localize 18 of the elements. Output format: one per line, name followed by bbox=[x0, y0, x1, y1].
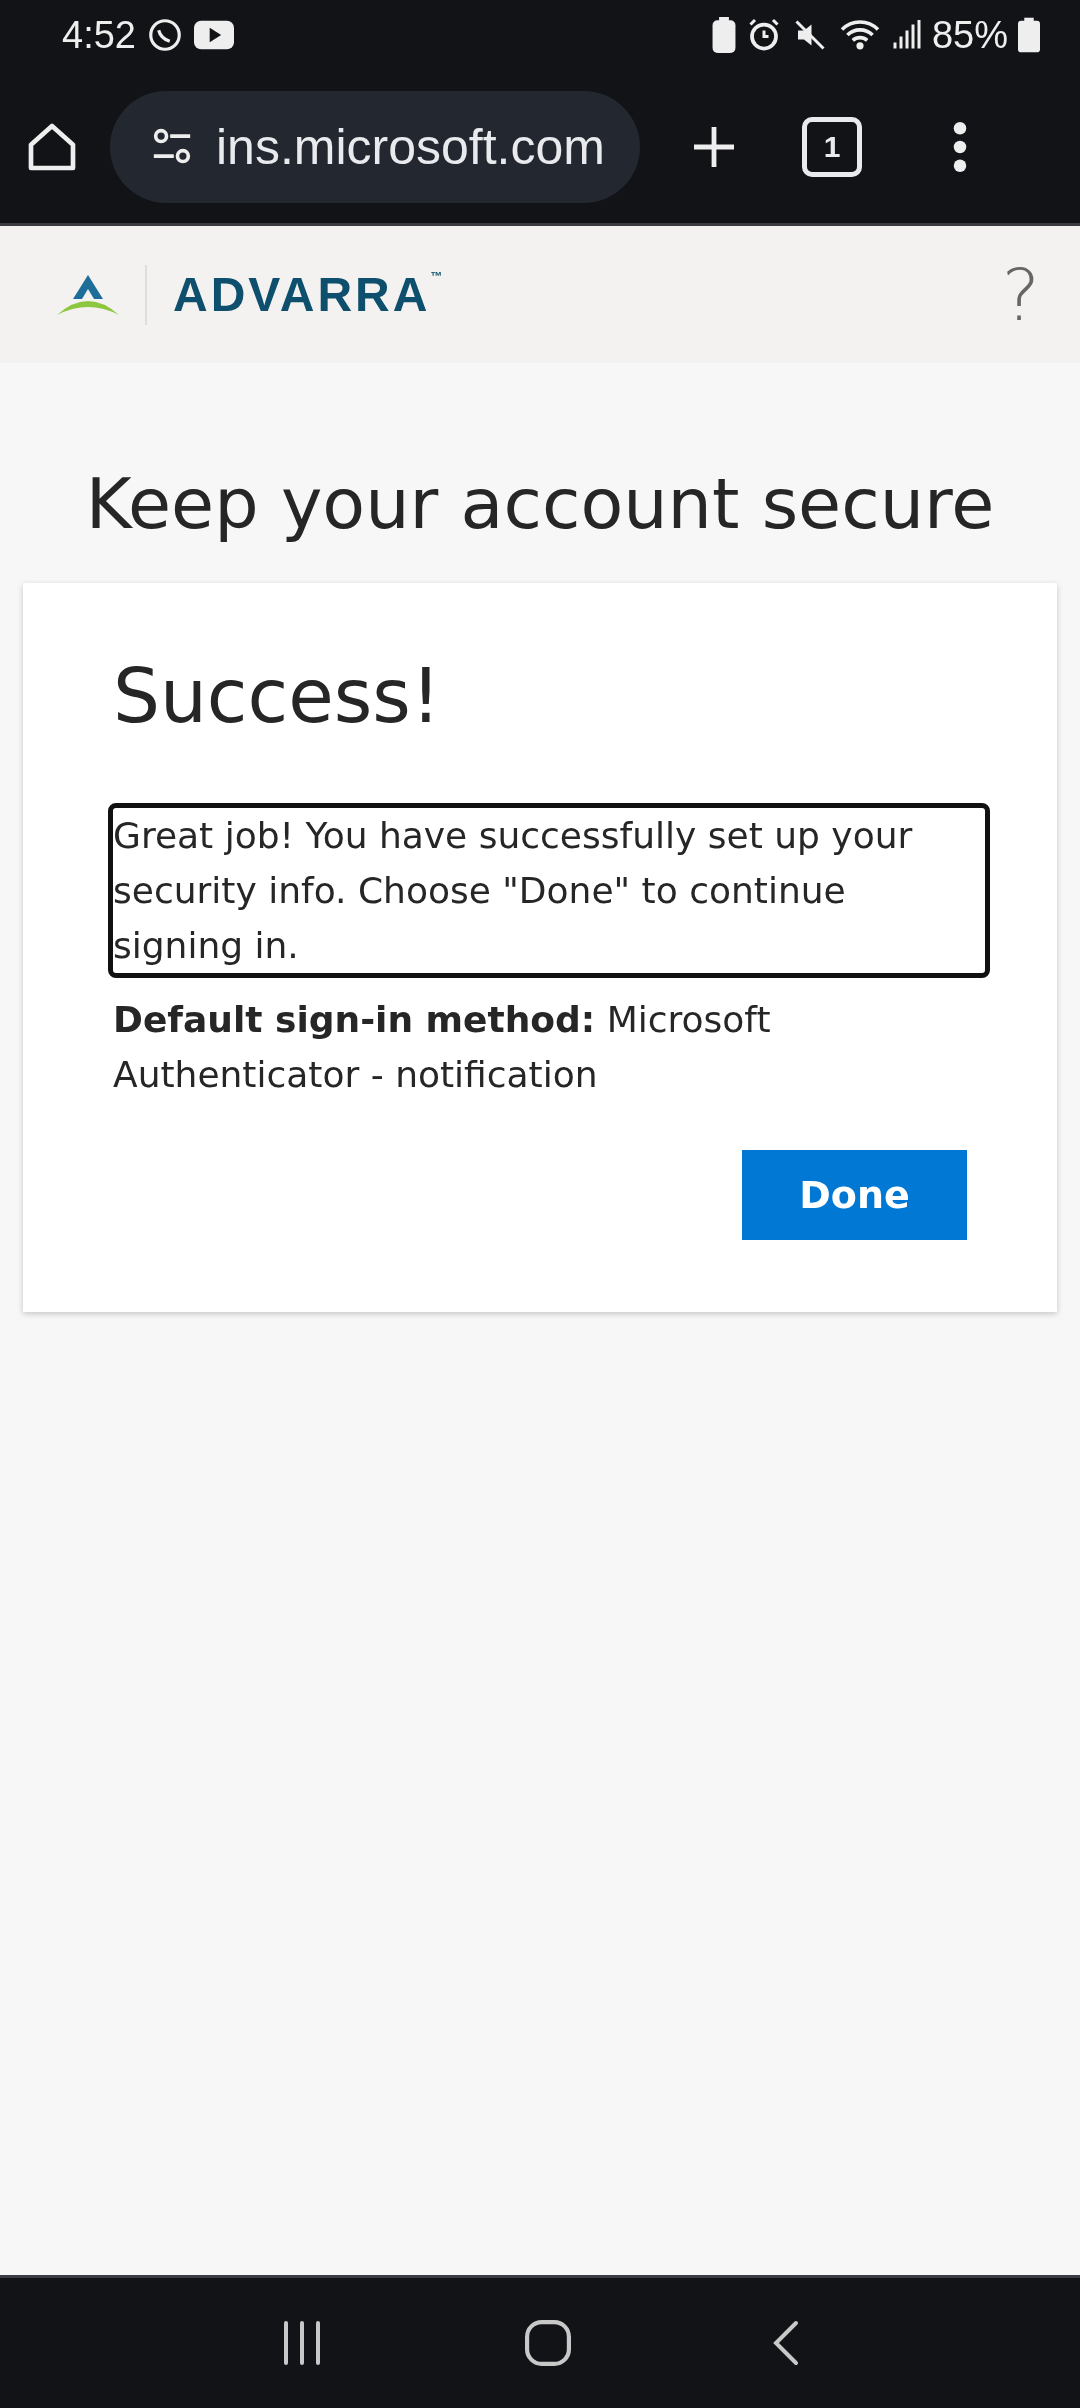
signal-icon bbox=[891, 18, 922, 52]
video-icon bbox=[193, 20, 234, 50]
success-message: Great job! You have successfully set up your security info. Choose "Done" to continue signing in. bbox=[108, 803, 990, 978]
home-button-icon[interactable] bbox=[525, 2320, 571, 2366]
battery-level: 85% bbox=[931, 13, 1008, 57]
battery-icon bbox=[1018, 17, 1040, 53]
address-bar[interactable]: ins.microsoft.com bbox=[110, 90, 640, 203]
logo-text: ADVARRA bbox=[173, 267, 431, 322]
back-icon[interactable] bbox=[771, 2320, 800, 2366]
sign-in-method: Default sign-in method: Microsoft Authenticator - notification bbox=[113, 998, 772, 1097]
card-title: Success! bbox=[113, 653, 442, 739]
status-time: 4:52 bbox=[62, 13, 136, 57]
battery-saver-icon bbox=[711, 17, 736, 53]
page-title: Keep your account secure bbox=[84, 463, 996, 545]
trademark: ™ bbox=[430, 269, 443, 283]
tab-switcher-button[interactable]: 1 bbox=[802, 116, 862, 177]
done-button[interactable]: Done bbox=[742, 1150, 967, 1240]
help-link[interactable]: ? bbox=[1001, 252, 1040, 337]
